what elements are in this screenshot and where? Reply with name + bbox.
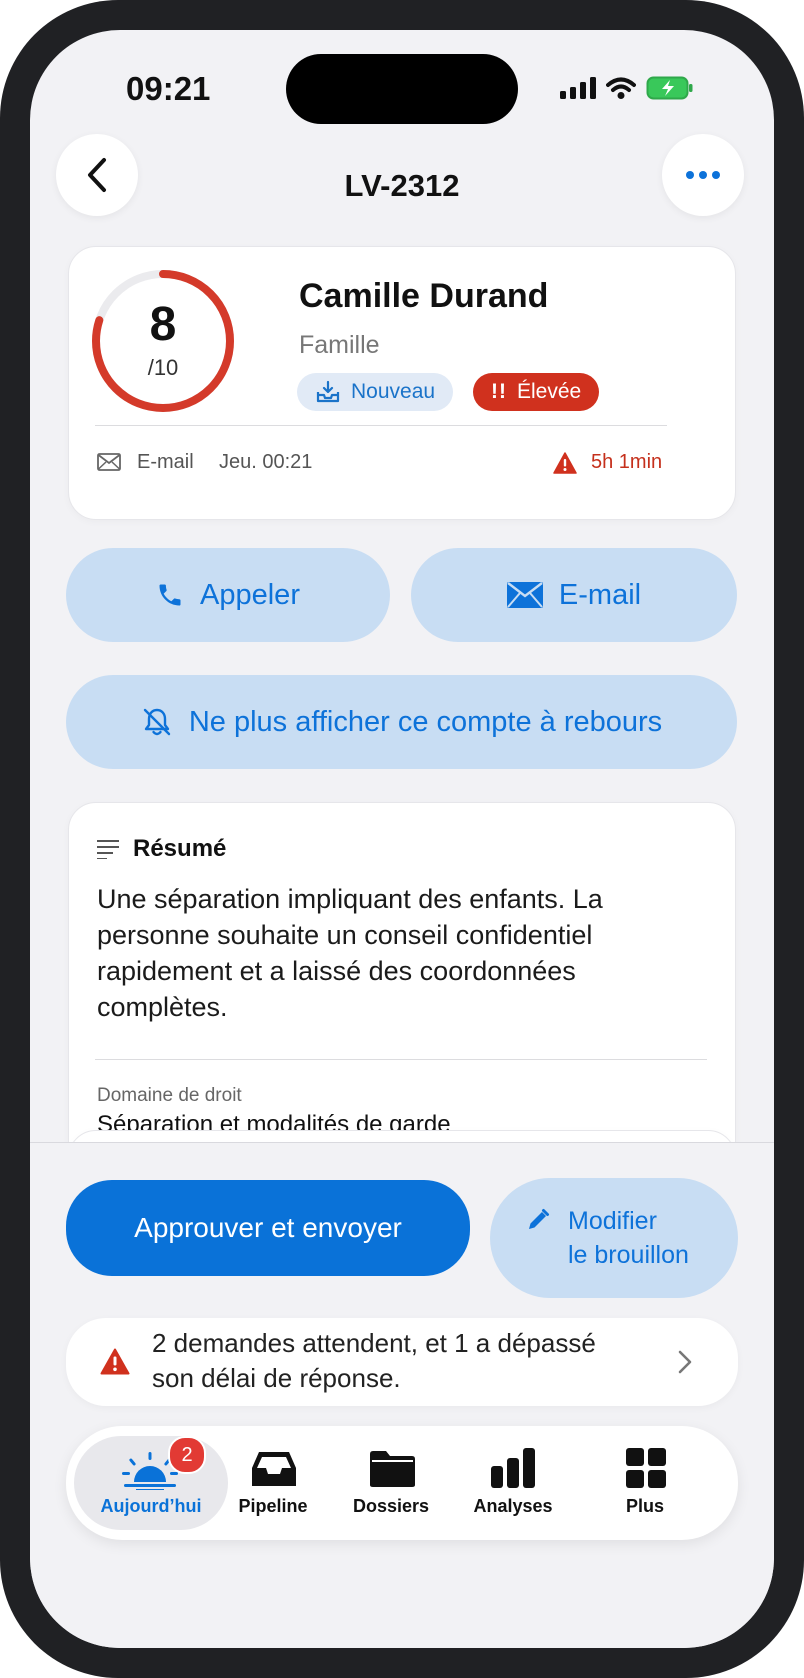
tab-analyses-label: Analyses [473,1496,553,1516]
edit-draft-label: Modifier le brouillon [568,1204,689,1272]
lead-received-time: Jeu. 00:21 [219,451,313,473]
envelope-icon [97,453,121,471]
alert-text: 2 demandes attendent, et 1 a dépassé son… [152,1326,596,1396]
warning-icon [553,452,577,474]
double-exclamation-icon: !! [491,380,507,403]
lead-card: 8 /10 Camille Durand Famille Nouveau !! … [68,246,736,520]
grid-icon [626,1448,666,1488]
badge-priority-label: Élevée [517,380,582,403]
lead-name: Camille Durand [299,277,549,315]
phone-frame: 09:21 LV-2312 8 /10 Camille Durand Famil… [0,0,804,1678]
call-button[interactable]: Appeler [66,548,390,642]
inbox-download-icon [316,380,340,403]
tab-plus-label: Plus [625,1496,664,1516]
more-button[interactable] [662,134,744,216]
score-scale: /10 [147,355,179,380]
alert-line2: son délai de réponse. [152,1363,401,1393]
summary-title: Résumé [133,835,227,862]
badge-new-label: Nouveau [351,380,436,403]
mail-icon [506,582,543,608]
legal-domain-label: Domaine de droit [97,1085,242,1106]
folder-icon [370,1451,415,1487]
edit-draft-button[interactable]: Modifier le brouillon [490,1178,738,1298]
battery-charging-icon [646,76,693,100]
status-time: 09:21 [126,70,211,107]
approve-send-button[interactable]: Approuver et envoyer [66,1180,470,1276]
bell-off-icon [143,708,171,736]
phone-icon [159,584,181,606]
tab-analyses[interactable]: Analyses [450,1430,576,1536]
tab-dossiers-label: Dossiers [352,1496,430,1516]
email-button[interactable]: E-mail [411,548,737,642]
tab-bar: Aujourd’hui 2 Pipeline Dossiers Analyses… [66,1426,738,1540]
bar-chart-icon [491,1448,535,1488]
warning-icon [100,1348,130,1375]
mute-countdown-label: Ne plus afficher ce compte à rebours [188,705,663,738]
call-button-label: Appeler [200,578,300,611]
alert-line1: 2 demandes attendent, et 1 a dépassé [152,1328,596,1358]
tab-dossiers[interactable]: Dossiers [328,1430,454,1536]
notification-badge: 2 [168,1436,206,1474]
chevron-right-icon [678,1350,692,1374]
signal-icon [560,77,596,99]
lead-channel: E-mail [137,451,194,473]
wifi-icon [606,77,636,99]
tab-plus[interactable]: Plus [592,1430,698,1536]
score-ring: 8 /10 [89,267,237,415]
edit-draft-line1: Modifier [568,1207,657,1235]
card-divider [95,425,667,426]
dynamic-island [286,54,518,124]
inbox-tray-icon [252,1452,296,1486]
screen: 09:21 LV-2312 8 /10 Camille Durand Famil… [30,30,774,1648]
status-badge-new: Nouveau [297,373,454,411]
edit-draft-line2: le brouillon [568,1241,689,1269]
more-dots-icon [686,171,720,179]
score-value: 8 [149,298,177,351]
tab-pipeline-label: Pipeline [238,1496,308,1516]
summary-text: Une séparation impliquant des enfants. L… [97,884,603,1022]
summary-card: Résumé Une séparation impliquant des enf… [68,802,736,1168]
summary-divider [95,1059,707,1060]
response-deadline: 5h 1min [591,451,663,473]
priority-badge: !! Élevée [473,373,600,411]
pencil-icon [529,1209,549,1229]
pending-requests-alert[interactable]: 2 demandes attendent, et 1 a dépassé son… [66,1318,738,1406]
mute-countdown-button[interactable]: Ne plus afficher ce compte à rebours [66,675,737,769]
approve-send-label: Approuver et envoyer [134,1212,402,1243]
lead-category: Famille [299,331,380,359]
email-button-label: E-mail [558,578,642,611]
bottom-panel-divider [30,1142,774,1143]
status-icons [560,76,694,100]
text-lines-icon [97,840,119,859]
tab-pipeline[interactable]: Pipeline [210,1430,336,1536]
